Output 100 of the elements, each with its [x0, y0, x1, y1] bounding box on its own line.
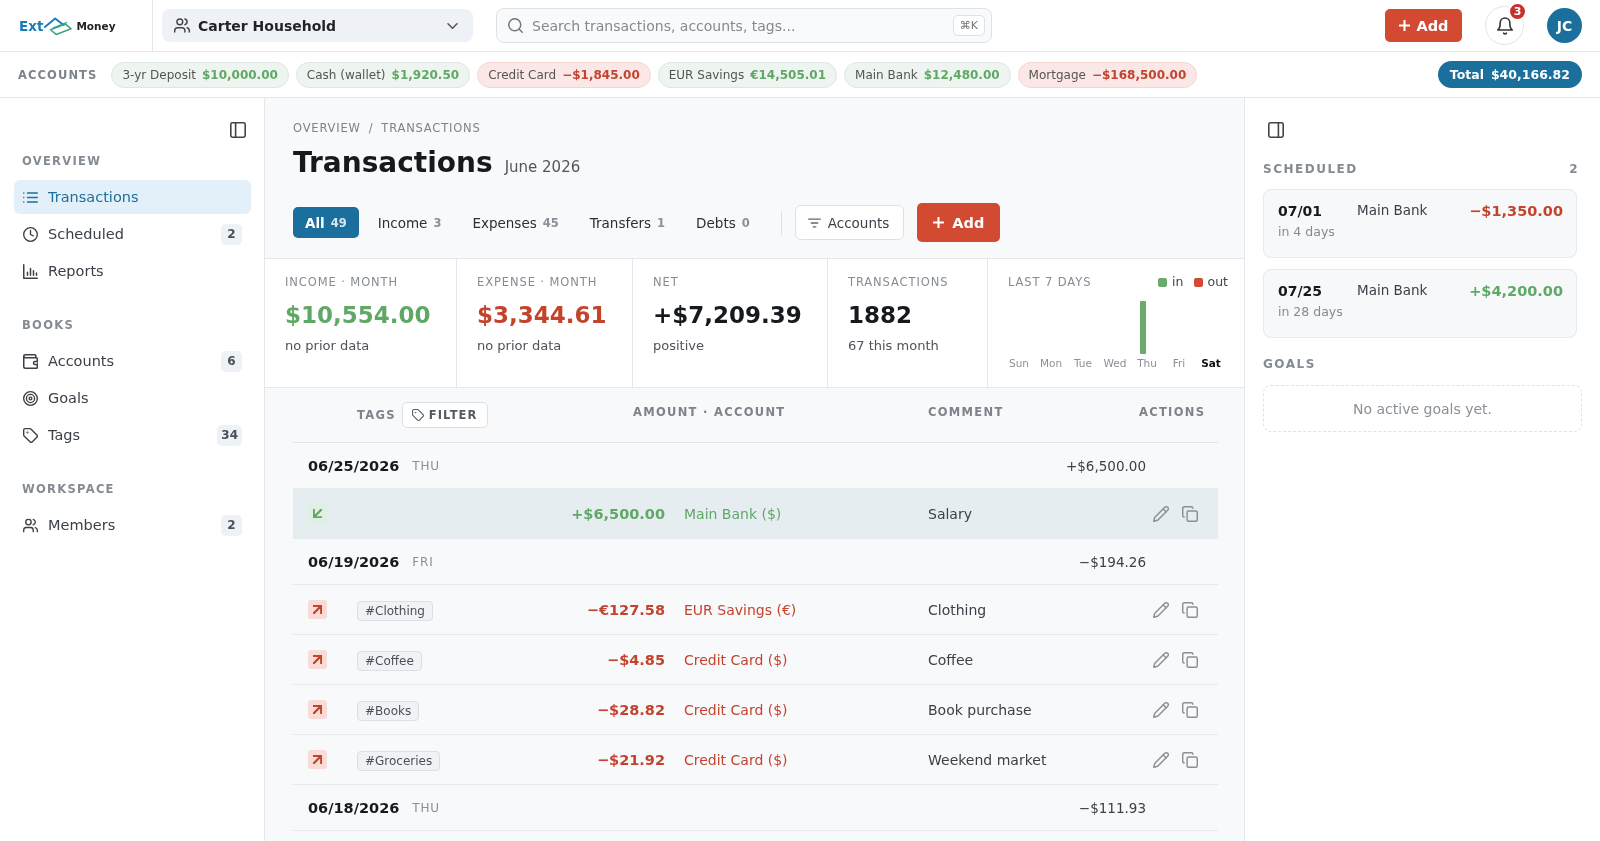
- copy-icon[interactable]: [1182, 751, 1198, 768]
- target-icon: [23, 390, 38, 406]
- scheduled-card[interactable]: 07/01 in 4 days Main Bank −$1,350.00: [1263, 189, 1577, 258]
- copy-icon[interactable]: [1182, 601, 1198, 618]
- sidebar-item[interactable]: Scheduled 2: [14, 217, 251, 251]
- stat-value: 1882: [848, 301, 913, 330]
- day-total: +$6,500.00: [1065, 457, 1146, 474]
- stat-value: +$7,209.39: [653, 301, 803, 330]
- chart-day-label: Sat: [1200, 356, 1222, 370]
- breadcrumb-link[interactable]: OVERVIEW: [293, 120, 361, 136]
- chart-day-label: Sun: [1008, 356, 1030, 370]
- transaction-row[interactable]: +$6,500.00 Main Bank ($) Salary: [293, 489, 1218, 539]
- add-transaction-button[interactable]: Add: [917, 203, 1001, 242]
- search-icon: [508, 18, 523, 33]
- notifications-button[interactable]: 3: [1485, 6, 1524, 45]
- pencil-icon[interactable]: [1153, 601, 1169, 618]
- tag-chip: #Clothing: [357, 601, 433, 621]
- household-selector[interactable]: Carter Household: [162, 9, 473, 42]
- copy-icon[interactable]: [1182, 701, 1198, 718]
- count-badge: 2: [221, 223, 242, 245]
- copy-icon[interactable]: [1182, 651, 1198, 668]
- users-icon: [174, 18, 190, 33]
- account-chip[interactable]: 3-yr Deposit $10,000.00: [111, 61, 289, 88]
- account-cell-text: Credit Card ($): [683, 751, 789, 768]
- chevron-down-icon: [447, 22, 458, 29]
- scheduled-due: in 4 days: [1278, 223, 1336, 241]
- clock-icon: [23, 226, 38, 242]
- tag-chip: #Books: [357, 701, 420, 721]
- pencil-icon[interactable]: [1153, 751, 1169, 768]
- account-cell-text: EUR Savings (€): [683, 601, 798, 618]
- bell-icon: [1496, 16, 1513, 35]
- transaction-row[interactable]: #Groceries −$21.92 Credit Card ($) Weekend market: [293, 735, 1218, 785]
- stat-note: positive: [653, 338, 705, 354]
- account-chip[interactable]: Main Bank $12,480.00: [844, 61, 1011, 88]
- logo-text: Ext: [19, 17, 44, 34]
- empty-goals-box: No active goals yet.: [1263, 385, 1582, 432]
- comment-cell-text: Weekend market: [927, 751, 1048, 768]
- account-chip[interactable]: Credit Card −$1,845.00: [477, 61, 651, 88]
- plus-icon: [933, 217, 945, 228]
- date-heading: 06/19/2026: [308, 553, 400, 570]
- transaction-row[interactable]: #Books −$28.82 Credit Card ($) Book purchase: [293, 685, 1218, 735]
- copy-icon[interactable]: [1182, 505, 1198, 522]
- arrow-up-right-icon: [308, 650, 327, 669]
- day-total: −$111.93: [1078, 799, 1146, 816]
- pencil-icon[interactable]: [1153, 505, 1169, 522]
- amount-cell-text: −$4.85: [606, 651, 665, 668]
- logo-icon: [43, 15, 74, 36]
- filter-tab[interactable]: All 49: [293, 207, 359, 238]
- sidebar-item[interactable]: Reports: [14, 254, 251, 288]
- sidebar-item[interactable]: Members 2: [14, 508, 251, 542]
- tag-icon: [411, 409, 424, 421]
- accounts-filter-button[interactable]: Accounts: [794, 205, 905, 240]
- add-button[interactable]: Add: [1385, 9, 1462, 42]
- chart-day-label: Wed: [1102, 356, 1128, 370]
- comment-cell-text: Book purchase: [927, 701, 1033, 718]
- filter-tab[interactable]: Income 3: [365, 207, 454, 238]
- filter-tab[interactable]: Transfers 1: [577, 207, 678, 238]
- scheduled-account: Main Bank: [1357, 281, 1429, 299]
- tag-chip: #Coffee: [357, 651, 422, 671]
- period-label: June 2026: [504, 158, 581, 176]
- sidebar-item[interactable]: Accounts 6: [14, 344, 251, 378]
- amount-cell-text: −€127.58: [585, 601, 665, 618]
- comment-cell-text: Coffee: [927, 651, 975, 668]
- user-avatar[interactable]: JC: [1547, 8, 1582, 43]
- tag-chip: #Groceries: [357, 751, 441, 771]
- count-badge: 2: [221, 514, 242, 536]
- chart-day-label: Fri: [1171, 356, 1187, 370]
- panel-toggle-icon[interactable]: [1268, 122, 1284, 138]
- users-icon: [23, 517, 38, 533]
- stat-label: EXPENSE · MONTH: [477, 274, 599, 290]
- wallet-icon: [23, 353, 38, 369]
- pencil-icon[interactable]: [1153, 701, 1169, 718]
- date-heading: 06/18/2026: [308, 799, 400, 816]
- sidebar-item[interactable]: Goals: [14, 381, 251, 415]
- shortcut-hint: ⌘K: [952, 15, 985, 36]
- sidebar-section-title: WORKSPACE: [21, 481, 116, 497]
- sidebar-section-title: BOOKS: [21, 317, 75, 333]
- sidebar-item[interactable]: Tags 34: [14, 418, 251, 452]
- stat-note: no prior data: [285, 338, 371, 354]
- tag-filter-button[interactable]: FILTER: [401, 402, 488, 428]
- sidebar-toggle-icon[interactable]: [230, 122, 246, 138]
- account-chip[interactable]: EUR Savings €14,505.01: [657, 61, 838, 88]
- sidebar-item[interactable]: Transactions: [14, 180, 251, 214]
- account-chip[interactable]: Mortgage −$168,500.00: [1017, 61, 1198, 88]
- scheduled-card[interactable]: 07/25 in 28 days Main Bank +$4,200.00: [1263, 269, 1577, 338]
- tag-icon: [23, 427, 38, 443]
- transaction-row[interactable]: #Coffee −$4.85 Credit Card ($) Coffee: [293, 635, 1218, 685]
- account-chip[interactable]: Cash (wallet) $1,920.50: [295, 61, 471, 88]
- weekday-label: FRI: [412, 554, 434, 569]
- arrow-up-right-icon: [308, 700, 327, 719]
- filter-tab[interactable]: Debts 0: [684, 207, 762, 238]
- stat-note: no prior data: [477, 338, 563, 354]
- scheduled-amount: −$1,350.00: [1469, 202, 1563, 221]
- date-heading: 06/25/2026: [308, 457, 400, 474]
- list-icon: [23, 189, 38, 205]
- filter-tab[interactable]: Expenses 45: [460, 207, 571, 238]
- filter-icon: [807, 217, 821, 228]
- account-cell-text: Credit Card ($): [683, 701, 789, 718]
- transaction-row[interactable]: #Clothing −€127.58 EUR Savings (€) Clothing: [293, 585, 1218, 635]
- pencil-icon[interactable]: [1153, 651, 1169, 668]
